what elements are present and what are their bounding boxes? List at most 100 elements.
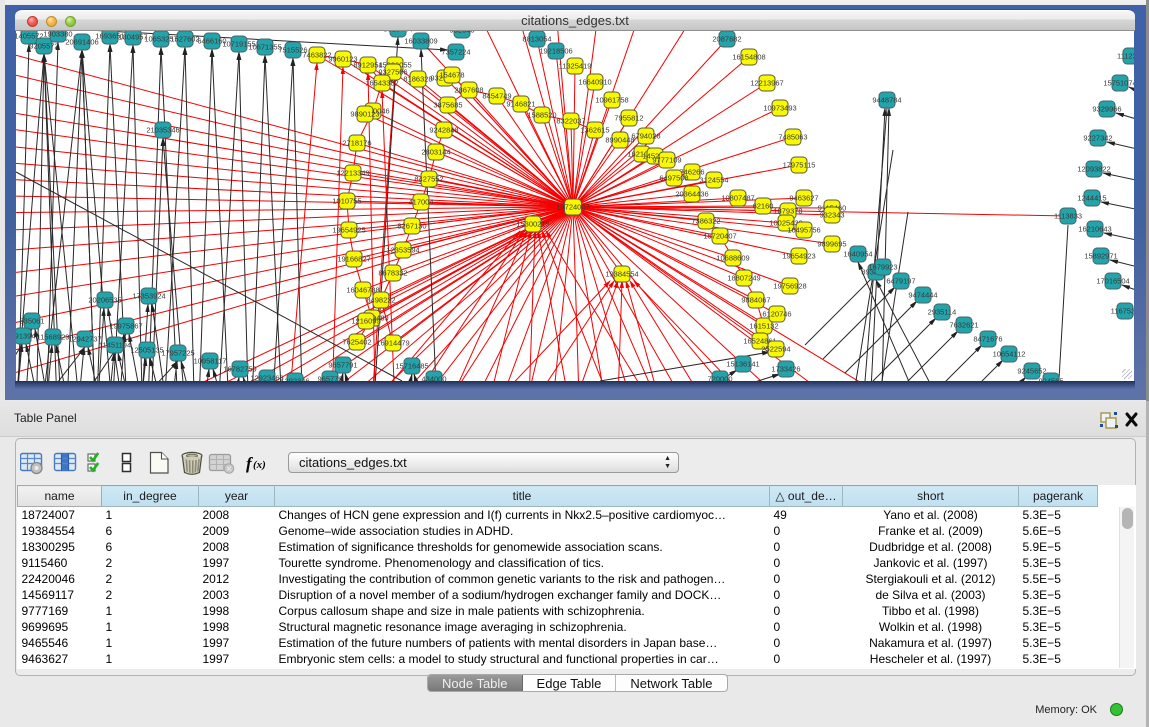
svg-text:7357224: 7357224 — [441, 48, 470, 57]
svg-text:8990448: 8990448 — [605, 136, 634, 145]
svg-text:8498222: 8498222 — [366, 296, 395, 305]
svg-text:1588520: 1588520 — [527, 111, 556, 120]
svg-text:62160: 62160 — [753, 202, 774, 211]
svg-text:2935114: 2935114 — [928, 308, 957, 317]
svg-text:6120746: 6120746 — [762, 310, 791, 319]
svg-text:9777109: 9777109 — [652, 156, 681, 165]
svg-text:16543382: 16543382 — [365, 79, 398, 88]
svg-text:8322037: 8322037 — [556, 117, 585, 126]
svg-text:8678332: 8678332 — [378, 269, 407, 278]
svg-text:12923466: 12923466 — [250, 374, 283, 382]
svg-text:1640954: 1640954 — [843, 250, 872, 259]
svg-text:6497508: 6497508 — [659, 174, 688, 183]
svg-text:8813054: 8813054 — [522, 35, 551, 44]
svg-text:7485063: 7485063 — [778, 133, 807, 142]
svg-text:19166827: 19166827 — [337, 255, 370, 264]
svg-text:16782759: 16782759 — [223, 365, 256, 374]
svg-text:1010755: 1010755 — [332, 197, 361, 206]
svg-text:835061: 835061 — [19, 317, 44, 326]
svg-text:8427552: 8427552 — [414, 175, 443, 184]
svg-text:154678: 154678 — [439, 71, 464, 80]
svg-text:19654925: 19654925 — [332, 226, 365, 235]
svg-text:9329966: 9329966 — [1092, 105, 1121, 114]
svg-text:9448784: 9448784 — [872, 96, 901, 105]
svg-text:18724007: 18724007 — [556, 203, 589, 212]
svg-text:16495756: 16495756 — [787, 226, 820, 235]
svg-text:20206535: 20206535 — [88, 296, 121, 305]
svg-text:7625402: 7625402 — [342, 338, 371, 347]
svg-text:18807249: 18807249 — [727, 274, 760, 283]
svg-text:9242848: 9242848 — [429, 126, 458, 135]
svg-text:1804957: 1804957 — [118, 33, 147, 42]
svg-text:720000: 720000 — [707, 375, 732, 382]
svg-text:1113833: 1113833 — [1054, 212, 1082, 221]
svg-text:17975115: 17975115 — [783, 161, 816, 170]
svg-text:12353594: 12353594 — [386, 246, 419, 255]
svg-text:1879378: 1879378 — [773, 207, 802, 216]
svg-text:391394: 391394 — [16, 332, 36, 341]
svg-text:19218506: 19218506 — [539, 47, 572, 56]
svg-text:2803144: 2803144 — [421, 148, 450, 157]
svg-text:1733426: 1733426 — [771, 365, 800, 374]
svg-text:11568929: 11568929 — [37, 333, 70, 342]
svg-text:6794028: 6794028 — [631, 132, 660, 141]
svg-text:19654923: 19654923 — [782, 252, 815, 261]
svg-text:1167533: 1167533 — [1111, 307, 1134, 316]
svg-text:9657791: 9657791 — [328, 361, 357, 370]
svg-text:20364436: 20364436 — [675, 190, 708, 199]
svg-text:9474444: 9474444 — [908, 291, 937, 300]
svg-text:19975867: 19975867 — [109, 322, 142, 331]
svg-text:1112384: 1112384 — [1117, 52, 1134, 61]
svg-text:15300215: 15300215 — [516, 220, 549, 229]
svg-text:16154808: 16154808 — [732, 53, 765, 62]
svg-text:2718176: 2718176 — [342, 139, 371, 148]
svg-text:9463627: 9463627 — [789, 194, 818, 203]
svg-text:1527602: 1527602 — [170, 35, 199, 44]
svg-text:417004: 417004 — [408, 198, 433, 207]
svg-text:8267130: 8267130 — [397, 222, 426, 231]
svg-text:21035346: 21035346 — [146, 126, 179, 135]
svg-text:12213349: 12213349 — [336, 169, 369, 178]
svg-text:10807487: 10807487 — [721, 194, 754, 203]
svg-text:15720407: 15720407 — [703, 232, 736, 241]
svg-text:1362615: 1362615 — [580, 126, 609, 135]
svg-text:16914479: 16914479 — [376, 339, 409, 348]
svg-text:12942737: 12942737 — [68, 335, 101, 344]
svg-text:9884067: 9884067 — [741, 296, 770, 305]
svg-text:16640910: 16640910 — [578, 78, 611, 87]
svg-text:1615132: 1615132 — [749, 322, 778, 331]
svg-text:17016504: 17016504 — [1096, 277, 1129, 286]
svg-text:9890123: 9890123 — [350, 110, 379, 119]
svg-text:7632621: 7632621 — [949, 321, 978, 330]
svg-text:932343: 932343 — [819, 211, 844, 220]
svg-text:1679923: 1679923 — [868, 263, 897, 272]
svg-text:8813444: 8813444 — [383, 31, 412, 34]
svg-text:2087682: 2087682 — [712, 35, 741, 44]
svg-text:11451194: 11451194 — [99, 341, 131, 350]
svg-text:9245652: 9245652 — [1017, 367, 1046, 376]
svg-text:12505135: 12505135 — [130, 346, 163, 355]
svg-text:965779: 965779 — [317, 375, 342, 382]
svg-text:20691406: 20691406 — [65, 38, 98, 47]
svg-text:15892971: 15892971 — [1084, 252, 1117, 261]
svg-text:11325419: 11325419 — [559, 62, 592, 71]
svg-text:17353924: 17353924 — [132, 292, 165, 301]
svg-text:10958117: 10958117 — [194, 357, 227, 366]
svg-text:1244415: 1244415 — [1077, 194, 1106, 203]
svg-text:6479197: 6479197 — [886, 277, 915, 286]
svg-text:16033809: 16033809 — [404, 37, 437, 46]
svg-text:9227342: 9227342 — [1083, 134, 1112, 143]
svg-text:1216099: 1216099 — [351, 317, 380, 326]
svg-text:15751074: 15751074 — [1103, 79, 1134, 88]
svg-text:10973493: 10973493 — [763, 104, 796, 113]
svg-text:932043: 932043 — [449, 31, 474, 35]
svg-text:17957225: 17957225 — [161, 349, 194, 358]
svg-text:10688609: 10688609 — [716, 254, 749, 263]
svg-text:15136141: 15136141 — [726, 360, 759, 369]
svg-text:10671355: 10671355 — [248, 43, 281, 52]
svg-text:8186328: 8186328 — [403, 75, 432, 84]
svg-text:15716485: 15716485 — [395, 362, 428, 371]
svg-text:12093822: 12093822 — [1077, 165, 1110, 174]
svg-text:2522594: 2522594 — [761, 345, 790, 354]
svg-text:7386322: 7386322 — [691, 217, 720, 226]
